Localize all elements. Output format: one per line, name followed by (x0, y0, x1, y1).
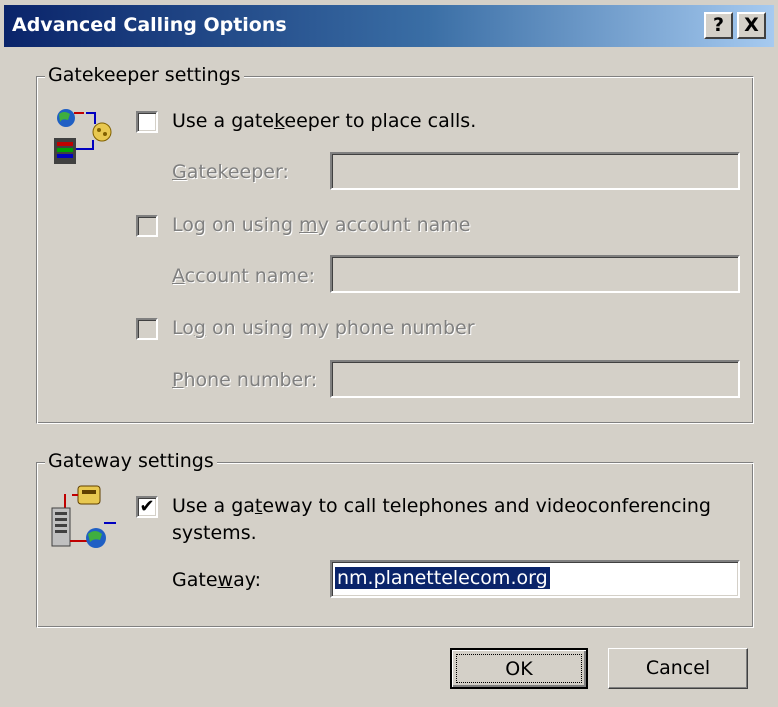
account-name-label: Account name: (172, 265, 316, 287)
gatekeeper-input[interactable] (330, 152, 740, 190)
ok-button[interactable]: OK (450, 648, 588, 689)
gateway-input[interactable]: nm.planettelecom.org (330, 560, 740, 598)
use-gatekeeper-label[interactable]: Use a gatekeeper to place calls. (172, 110, 476, 132)
window-title: Advanced Calling Options (12, 14, 287, 36)
gatekeeper-group-title: Gatekeeper settings (45, 64, 244, 86)
gateway-settings-group: Gateway settings (36, 450, 754, 628)
checkmark-icon: ✔ (139, 496, 155, 517)
advanced-calling-options-dialog: Advanced Calling Options ? X Gatekeeper … (0, 0, 778, 707)
logon-account-label[interactable]: Log on using my account name (172, 214, 470, 236)
gatekeeper-icon (54, 109, 112, 164)
logon-phone-checkbox[interactable] (136, 318, 158, 340)
use-gateway-label-line2[interactable]: systems. (172, 522, 257, 544)
use-gateway-label[interactable]: Use a gateway to call telephones and vid… (172, 495, 711, 517)
gateway-input-value: nm.planettelecom.org (335, 567, 550, 589)
close-button[interactable]: X (737, 12, 766, 39)
logon-account-checkbox[interactable] (136, 215, 158, 237)
cancel-button[interactable]: Cancel (608, 648, 748, 689)
phone-number-input[interactable] (330, 360, 740, 398)
help-button[interactable]: ? (704, 12, 733, 39)
phone-number-label: Phone number: (172, 369, 318, 391)
logon-phone-label[interactable]: Log on using my phone number (172, 317, 475, 339)
gatekeeper-field-label: Gatekeeper: (172, 161, 289, 183)
use-gateway-checkbox[interactable]: ✔ (136, 496, 158, 518)
use-gatekeeper-checkbox[interactable] (136, 111, 158, 133)
gateway-field-label: Gateway: (172, 569, 261, 591)
title-bar[interactable]: Advanced Calling Options ? X (4, 5, 774, 47)
gateway-group-title: Gateway settings (45, 450, 217, 472)
gateway-icon (51, 485, 116, 548)
account-name-input[interactable] (330, 255, 740, 293)
